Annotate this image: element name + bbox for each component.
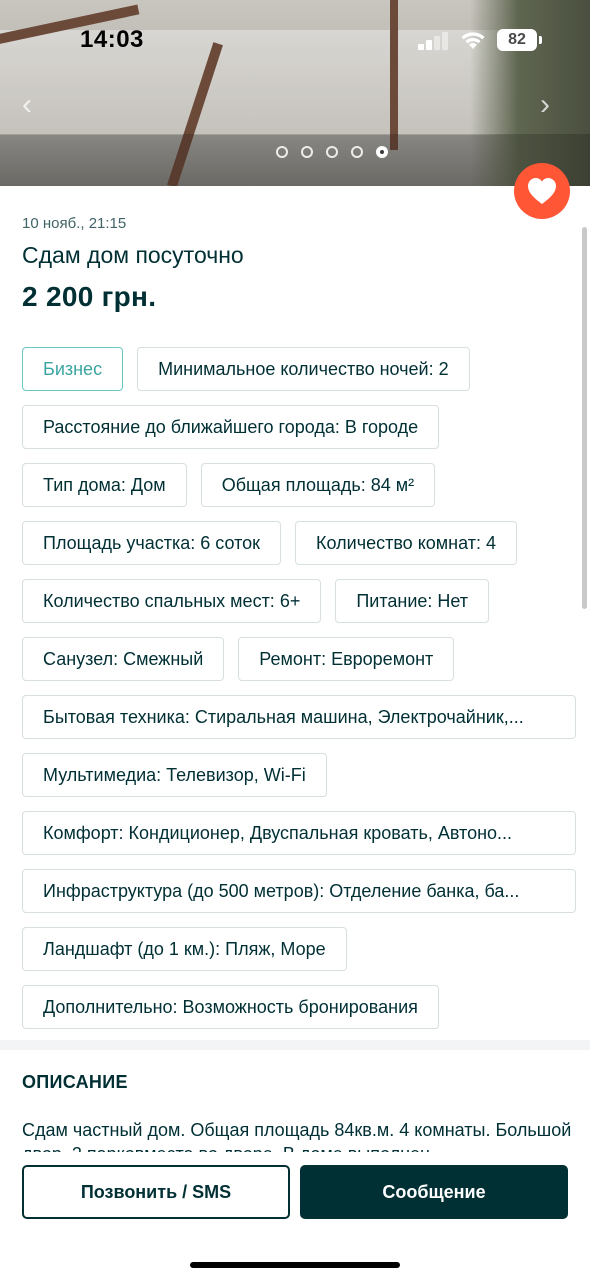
gallery-pagination <box>276 146 396 162</box>
gallery-dot[interactable] <box>351 146 363 158</box>
gallery-dot[interactable] <box>326 146 338 158</box>
gallery-dot-active[interactable] <box>376 146 388 158</box>
gallery-dot[interactable] <box>276 146 288 158</box>
tag-bathroom[interactable]: Санузел: Смежный <box>22 637 225 681</box>
gallery-dot[interactable] <box>301 146 313 158</box>
scroll-indicator[interactable] <box>582 227 587 609</box>
message-button[interactable]: Сообщение <box>300 1165 568 1219</box>
tag-distance-to-city[interactable]: Расстояние до ближайшего города: В город… <box>22 405 440 449</box>
tag-multimedia[interactable]: Мультимедиа: Телевизор, Wi-Fi <box>22 753 327 797</box>
status-bar: 14:03 82 <box>0 0 590 80</box>
tag-infrastructure[interactable]: Инфраструктура (до 500 метров): Отделени… <box>22 869 576 913</box>
tag-business[interactable]: Бизнес <box>22 347 124 391</box>
tag-room-count[interactable]: Количество комнат: 4 <box>295 521 517 565</box>
tag-plot-area[interactable]: Площадь участка: 6 соток <box>22 521 282 565</box>
tag-additional[interactable]: Дополнительно: Возможность бронирования <box>22 985 439 1029</box>
tag-min-nights[interactable]: Минимальное количество ночей: 2 <box>137 347 470 391</box>
section-divider <box>0 1040 590 1050</box>
battery-icon: 82 <box>497 29 542 51</box>
prev-photo-icon[interactable]: ‹ <box>22 88 32 122</box>
tag-comfort[interactable]: Комфорт: Кондиционер, Двуспальная кроват… <box>22 811 576 855</box>
tag-renovation[interactable]: Ремонт: Евроремонт <box>238 637 455 681</box>
call-sms-button[interactable]: Позвонить / SMS <box>22 1165 290 1219</box>
listing-title: Сдам дом посуточно <box>22 242 244 268</box>
listing-attributes: Бизнес Минимальное количество ночей: 2 Р… <box>22 347 578 1029</box>
signal-icon <box>418 32 450 50</box>
next-photo-icon[interactable]: › <box>540 88 550 122</box>
description-heading: ОПИСАНИЕ <box>22 1072 128 1092</box>
tag-meals[interactable]: Питание: Нет <box>335 579 490 623</box>
bottom-action-bar: Позвонить / SMS Сообщение <box>0 1152 590 1280</box>
tag-appliances[interactable]: Бытовая техника: Стиральная машина, Элек… <box>22 695 576 739</box>
tag-sleeping-places[interactable]: Количество спальных мест: 6+ <box>22 579 322 623</box>
wifi-icon <box>461 32 485 49</box>
favorite-button[interactable] <box>514 163 570 219</box>
listing-date: 10 нояб., 21:15 <box>22 215 127 232</box>
home-indicator[interactable] <box>190 1262 400 1268</box>
status-time: 14:03 <box>80 26 144 53</box>
description-text: Сдам частный дом. Общая площадь 84кв.м. … <box>22 1120 572 1154</box>
tag-house-type[interactable]: Тип дома: Дом <box>22 463 187 507</box>
heart-icon <box>528 178 556 204</box>
tag-total-area[interactable]: Общая площадь: 84 м² <box>200 463 436 507</box>
listing-price: 2 200 грн. <box>22 281 157 312</box>
tag-landscape[interactable]: Ландшафт (до 1 км.): Пляж, Море <box>22 927 347 971</box>
